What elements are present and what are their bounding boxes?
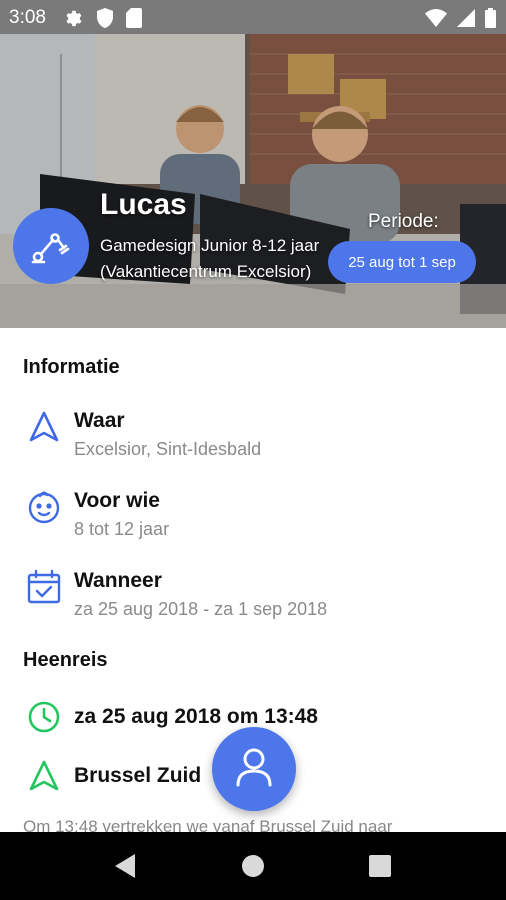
signal-icon	[457, 9, 475, 32]
departure-location: Brussel Zuid	[74, 764, 202, 787]
participant-name: Lucas	[100, 188, 187, 221]
departure-time: za 25 aug 2018 om 13:48	[74, 705, 318, 728]
section-title-informatie: Informatie	[23, 356, 120, 378]
status-time: 3:08	[9, 7, 46, 28]
baby-face-icon	[26, 489, 62, 525]
gear-icon	[64, 8, 84, 33]
clock-icon	[26, 699, 62, 735]
sd-card-icon	[126, 8, 142, 33]
navigation-icon	[26, 409, 62, 445]
battery-icon	[485, 8, 496, 33]
system-nav-bar	[0, 832, 506, 900]
profile-fab-button[interactable]	[212, 727, 296, 811]
info-item-waar: Waar Excelsior, Sint-Idesbald	[0, 409, 506, 469]
shield-icon	[96, 8, 114, 33]
nav-back-button[interactable]	[112, 852, 140, 880]
calendar-check-icon	[26, 569, 62, 605]
period-badge[interactable]: 25 aug tot 1 sep	[328, 241, 476, 283]
robot-arm-icon	[29, 222, 73, 271]
course-avatar	[13, 208, 89, 284]
info-subtitle: Excelsior, Sint-Idesbald	[74, 439, 262, 459]
nav-recents-button[interactable]	[366, 852, 394, 880]
person-icon	[233, 746, 275, 793]
status-bar: 3:08	[0, 0, 506, 34]
hero-banner: Lucas Gamedesign Junior 8-12 jaar (Vakan…	[0, 34, 506, 328]
nav-home-button[interactable]	[239, 852, 267, 880]
wifi-icon	[425, 9, 447, 32]
info-subtitle: 8 tot 12 jaar	[74, 519, 170, 539]
info-item-voor-wie: Voor wie 8 tot 12 jaar	[0, 489, 506, 549]
course-name: Gamedesign Junior 8-12 jaar (Vakantiecen…	[100, 236, 320, 281]
section-title-heenreis: Heenreis	[23, 649, 108, 671]
period-label: Periode:	[368, 211, 439, 232]
navigation-icon	[26, 758, 62, 794]
info-title: Voor wie	[74, 489, 160, 512]
info-title: Wanneer	[74, 569, 162, 592]
info-subtitle: za 25 aug 2018 - za 1 sep 2018	[74, 599, 328, 619]
info-title: Waar	[74, 409, 125, 432]
info-item-wanneer: Wanneer za 25 aug 2018 - za 1 sep 2018	[0, 569, 506, 629]
